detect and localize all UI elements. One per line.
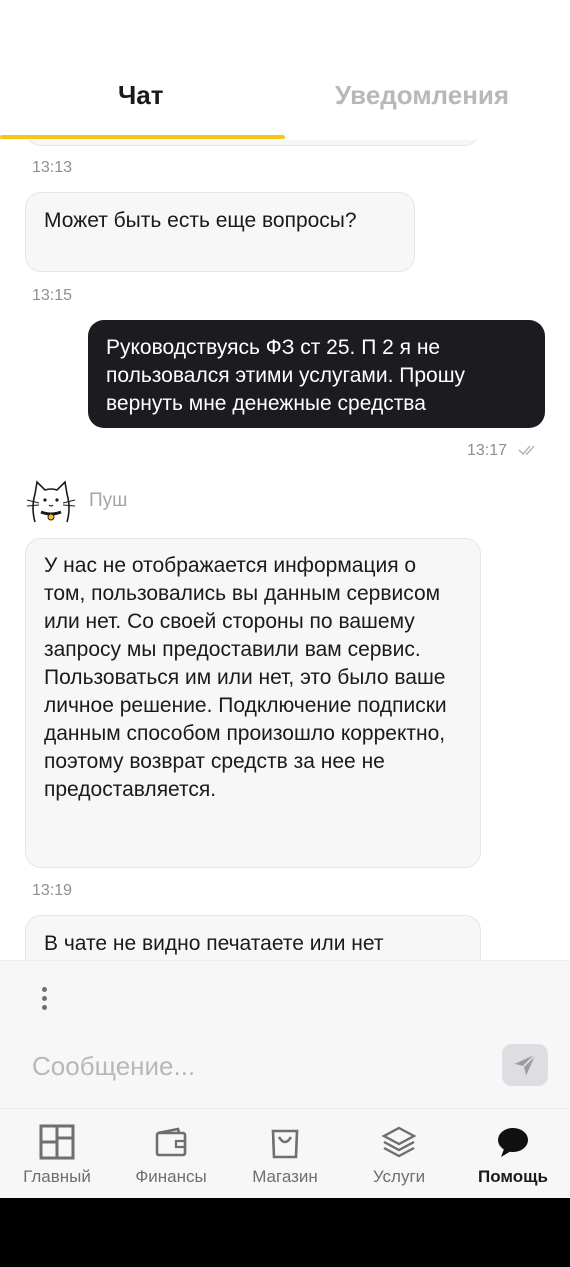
layers-icon [381,1126,417,1158]
cat-avatar-icon [26,480,76,523]
message-composer [0,960,570,1108]
nav-item-services[interactable]: Услуги [342,1109,456,1199]
send-button[interactable] [502,1044,548,1086]
double-check-icon [518,445,535,456]
message-text: В чате не видно печатаете или нет [44,932,384,955]
nav-label: Услуги [372,1167,426,1186]
grid-icon [39,1124,75,1160]
tab-chat[interactable]: Чат [118,80,163,111]
chat-bubble-icon [498,1128,528,1157]
wallet-icon [155,1127,187,1157]
active-tab-indicator [0,135,285,139]
outgoing-message[interactable]: Руководствуясь ФЗ ст 25. П 2 я не пользо… [88,320,545,428]
nav-item-finance[interactable]: Финансы [114,1109,228,1199]
message-text: Может быть есть еще вопросы? [44,209,357,232]
bottom-navigation: Главный Финансы Магазин Услуги Помощь [0,1108,570,1198]
nav-label: Магазин [252,1167,318,1186]
nav-label: Помощь [478,1167,548,1186]
incoming-message[interactable]: В чате не видно печатаете или нет [25,915,481,960]
message-time: 13:19 [32,882,73,899]
incoming-message[interactable]: У нас не отображается информация о том, … [25,538,481,868]
message-text: У нас не отображается информация о том, … [44,554,447,801]
message-time: 13:13 [32,159,73,176]
message-input[interactable] [32,1046,472,1086]
message-sent-time: 13:17 [467,442,508,459]
tab-notifications[interactable]: Уведомления [335,80,509,111]
nav-label: Главный [23,1167,91,1186]
message-text: Руководствуясь ФЗ ст 25. П 2 я не пользо… [106,336,466,415]
more-vertical-icon[interactable] [37,987,51,1017]
sender-header: Пуш [25,478,127,524]
nav-item-main[interactable]: Главный [0,1109,114,1199]
sender-name: Пуш [89,490,128,511]
nav-label: Финансы [135,1167,207,1186]
message-time: 13:15 [32,287,73,304]
bag-icon [271,1129,299,1159]
nav-item-help[interactable]: Помощь [456,1109,570,1199]
send-icon [514,1053,537,1076]
incoming-message[interactable]: Может быть есть еще вопросы? [25,192,415,272]
chat-history[interactable]: 13:13 Может быть есть еще вопросы? 13:15… [0,0,570,960]
nav-item-shop[interactable]: Магазин [228,1109,342,1199]
system-navigation-bar [0,1198,570,1267]
chat-tabs: Чат Уведомления [0,0,570,140]
